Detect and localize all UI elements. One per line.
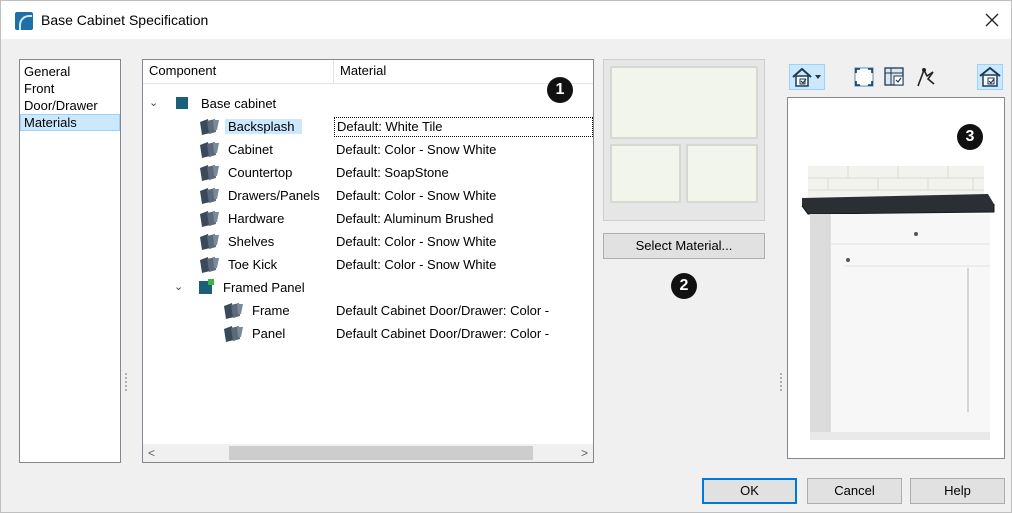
- material-icon: [224, 303, 243, 319]
- help-button[interactable]: Help: [910, 478, 1005, 504]
- tree-row-label: Drawers/Panels: [228, 188, 320, 203]
- cube-icon: [176, 97, 188, 109]
- tree-row-drawers-panels[interactable]: Drawers/Panels Default: Color - Snow Whi…: [143, 185, 593, 208]
- cancel-button[interactable]: Cancel: [807, 478, 902, 504]
- left-splitter[interactable]: [125, 373, 127, 393]
- tree-row-framed-panel[interactable]: ⌄ Framed Panel: [143, 277, 593, 300]
- fill-window-button[interactable]: [851, 64, 877, 90]
- material-icon: [200, 234, 219, 250]
- tree-row-hardware[interactable]: Hardware Default: Aluminum Brushed: [143, 208, 593, 231]
- material-icon: [200, 257, 219, 273]
- tree-row-label: Countertop: [228, 165, 293, 180]
- active-view-button[interactable]: [977, 64, 1003, 90]
- tree-row-label: Toe Kick: [228, 257, 278, 272]
- render-options-button[interactable]: [913, 64, 939, 90]
- tree-row-panel[interactable]: Panel Default Cabinet Door/Drawer: Color…: [143, 323, 593, 346]
- tree-row-label: Frame: [252, 303, 290, 318]
- swatch-tile: [610, 66, 758, 139]
- tree-row-countertop[interactable]: Countertop Default: SoapStone: [143, 162, 593, 185]
- ok-button[interactable]: OK: [702, 478, 797, 504]
- horizontal-scrollbar[interactable]: < >: [143, 444, 593, 462]
- show-materials-button[interactable]: [882, 64, 908, 90]
- app-icon: [15, 12, 33, 30]
- tree-row-material: Default: SoapStone: [336, 165, 449, 180]
- nav-item-door-drawer[interactable]: Door/Drawer: [20, 97, 120, 114]
- tree-row-material: Default: Color - Snow White: [336, 188, 497, 203]
- material-swatch: [603, 59, 765, 221]
- component-tree: Component Material ⌄ Base cabinet Backsp…: [142, 59, 594, 463]
- scroll-thumb[interactable]: [229, 446, 533, 460]
- material-icon: [200, 119, 219, 135]
- tree-row-shelves[interactable]: Shelves Default: Color - Snow White: [143, 231, 593, 254]
- tree-row-material: Default: Aluminum Brushed: [336, 211, 494, 226]
- callout-3: 3: [957, 124, 983, 150]
- tree-row-frame[interactable]: Frame Default Cabinet Door/Drawer: Color…: [143, 300, 593, 323]
- scroll-right-icon[interactable]: >: [576, 444, 593, 462]
- swatch-tile: [610, 144, 681, 203]
- fill-window-icon: [854, 67, 874, 87]
- framed-panel-icon: [199, 279, 214, 294]
- render-options-icon: [917, 68, 935, 87]
- nav-item-front[interactable]: Front: [20, 80, 120, 97]
- camera-view-icon: [792, 67, 821, 87]
- tree-row-cabinet[interactable]: Cabinet Default: Color - Snow White: [143, 139, 593, 162]
- select-material-button[interactable]: Select Material...: [603, 233, 765, 259]
- tree-row-label: Hardware: [228, 211, 285, 226]
- tree-row-label: Framed Panel: [223, 280, 305, 295]
- tree-row-material: Default: White Tile: [334, 117, 593, 137]
- chevron-down-icon[interactable]: ⌄: [149, 96, 158, 109]
- material-icon: [224, 326, 243, 342]
- tree-row-base-cabinet[interactable]: ⌄ Base cabinet: [143, 93, 593, 116]
- cabinet-3d-render: [801, 166, 995, 440]
- tree-header: Component Material: [143, 60, 593, 84]
- column-header-component[interactable]: Component: [143, 60, 334, 84]
- nav-item-materials[interactable]: Materials: [20, 114, 120, 131]
- nav-item-general[interactable]: General: [20, 63, 120, 80]
- camera-view-button[interactable]: [789, 64, 825, 90]
- show-all-materials-icon: [884, 67, 904, 86]
- tree-row-material: Default: Color - Snow White: [336, 234, 497, 249]
- tree-row-material: Default: Color - Snow White: [336, 142, 497, 157]
- chevron-down-icon[interactable]: ⌄: [174, 280, 183, 293]
- dialog-window: Base Cabinet Specification General Front…: [0, 0, 1012, 513]
- tree-row-label: Panel: [252, 326, 286, 341]
- material-icon: [200, 142, 219, 158]
- title-bar: Base Cabinet Specification: [1, 1, 1011, 39]
- tree-row-label: Base cabinet: [201, 96, 277, 111]
- window-title: Base Cabinet Specification: [41, 12, 209, 28]
- category-list: General Front Door/Drawer Materials: [19, 59, 121, 463]
- middle-splitter[interactable]: [780, 373, 782, 393]
- material-icon: [200, 188, 219, 204]
- swatch-tile: [686, 144, 758, 203]
- callout-1: 1: [547, 77, 573, 103]
- tree-row-label: Backsplash: [225, 119, 303, 134]
- tree-row-label: Shelves: [228, 234, 275, 249]
- material-icon: [200, 165, 219, 181]
- close-button[interactable]: [977, 5, 1007, 35]
- tree-row-toe-kick[interactable]: Toe Kick Default: Color - Snow White: [143, 254, 593, 277]
- tree-row-label: Cabinet: [228, 142, 273, 157]
- cabinet-preview[interactable]: [787, 97, 1005, 459]
- close-icon: [985, 13, 999, 27]
- tree-row-material: Default Cabinet Door/Drawer: Color -: [336, 303, 550, 318]
- callout-2: 2: [671, 273, 697, 299]
- material-icon: [200, 211, 219, 227]
- tree-row-material: Default Cabinet Door/Drawer: Color -: [336, 326, 550, 341]
- tree-row-material: Default: Color - Snow White: [336, 257, 497, 272]
- scroll-left-icon[interactable]: <: [143, 444, 160, 462]
- tree-row-backsplash[interactable]: Backsplash Default: White Tile: [143, 116, 593, 139]
- active-view-icon: [979, 66, 1001, 87]
